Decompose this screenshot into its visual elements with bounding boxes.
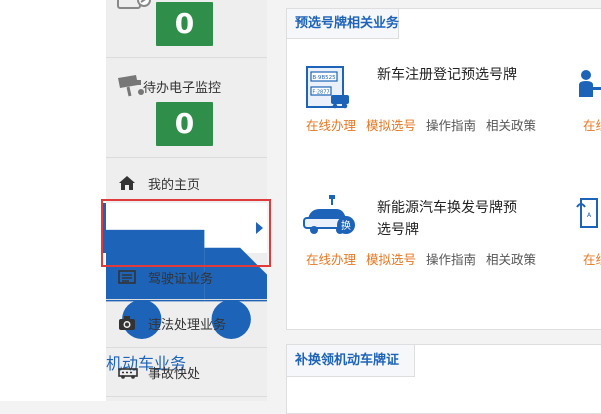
panel-title: 预选号牌相关业务 bbox=[287, 9, 399, 39]
partial-link[interactable]: 在线 bbox=[583, 115, 601, 134]
document-icon: A bbox=[576, 198, 598, 228]
nav-item-license[interactable]: 驾驶证业务 bbox=[106, 254, 267, 300]
svg-text:A: A bbox=[587, 212, 592, 219]
search-badge-icon bbox=[117, 0, 151, 9]
chevron-right-icon bbox=[256, 222, 263, 234]
nav-item-home[interactable]: 我的主页 bbox=[106, 160, 267, 206]
divider bbox=[106, 396, 267, 397]
id-card-icon bbox=[118, 270, 136, 284]
policy-link[interactable]: 相关政策 bbox=[486, 252, 536, 267]
surveillance-camera-icon bbox=[118, 75, 144, 97]
sidebar: 0 待办电子监控 0 我的主页 机动车业务 驾驶证业务 违法处理业务 事故快处 bbox=[103, 0, 267, 401]
online-apply-link[interactable]: 在线办理 bbox=[306, 118, 356, 133]
policy-link[interactable]: 相关政策 bbox=[486, 118, 536, 133]
swap-badge: 换 bbox=[341, 219, 351, 232]
nav-item-label: 驾驶证业务 bbox=[148, 272, 214, 287]
camera-icon bbox=[119, 316, 135, 330]
simulate-select-link[interactable]: 模拟选号 bbox=[366, 252, 416, 267]
service-links: 在线办理 模拟选号 操作指南 相关政策 bbox=[306, 115, 546, 134]
accident-icon bbox=[118, 368, 138, 379]
svg-text:F·2877: F·2877 bbox=[312, 90, 329, 96]
partial-link[interactable]: 在线 bbox=[583, 249, 601, 268]
nav-item-vehicle[interactable]: 机动车业务 bbox=[103, 203, 267, 373]
service-title[interactable]: 新能源汽车换发号牌预选号牌 bbox=[377, 197, 525, 241]
pending-monitor-count[interactable]: 0 bbox=[156, 102, 213, 146]
guide-link[interactable]: 操作指南 bbox=[426, 118, 476, 133]
nav-item-label: 我的主页 bbox=[148, 178, 201, 193]
pending-monitor-label: 待办电子监控 bbox=[143, 81, 222, 96]
svg-text:B·9B525: B·9B525 bbox=[312, 75, 336, 81]
left-margin bbox=[0, 0, 106, 401]
nav-item-accident[interactable]: 事故快处 bbox=[106, 349, 267, 395]
divider bbox=[106, 57, 267, 58]
divider bbox=[106, 157, 267, 158]
divider bbox=[106, 347, 267, 348]
panel-title: 补换领机动车牌证 bbox=[287, 345, 415, 377]
nav-item-label: 违法处理业务 bbox=[148, 318, 227, 333]
online-apply-link[interactable]: 在线办理 bbox=[306, 252, 356, 267]
nav-item-violation[interactable]: 违法处理业务 bbox=[106, 300, 267, 346]
guide-link[interactable]: 操作指南 bbox=[426, 252, 476, 267]
service-title[interactable]: 新车注册登记预选号牌 bbox=[377, 64, 525, 86]
ev-plate-icon: 换 bbox=[303, 195, 355, 234]
person-desk-icon bbox=[579, 70, 601, 97]
nav-item-label: 事故快处 bbox=[148, 367, 201, 382]
service-links: 在线办理 模拟选号 操作指南 相关政策 bbox=[306, 249, 546, 268]
pending-count-top[interactable]: 0 bbox=[156, 2, 213, 46]
plate-replace-panel: 补换领机动车牌证 bbox=[286, 344, 601, 414]
home-icon bbox=[119, 176, 135, 190]
preselect-plate-panel: 预选号牌相关业务 B·9B525 F·2877 新车注册登记预选号牌 在线办理模… bbox=[286, 8, 601, 330]
plate-registration-icon: B·9B525 F·2877 bbox=[306, 66, 349, 109]
simulate-select-link[interactable]: 模拟选号 bbox=[366, 118, 416, 133]
